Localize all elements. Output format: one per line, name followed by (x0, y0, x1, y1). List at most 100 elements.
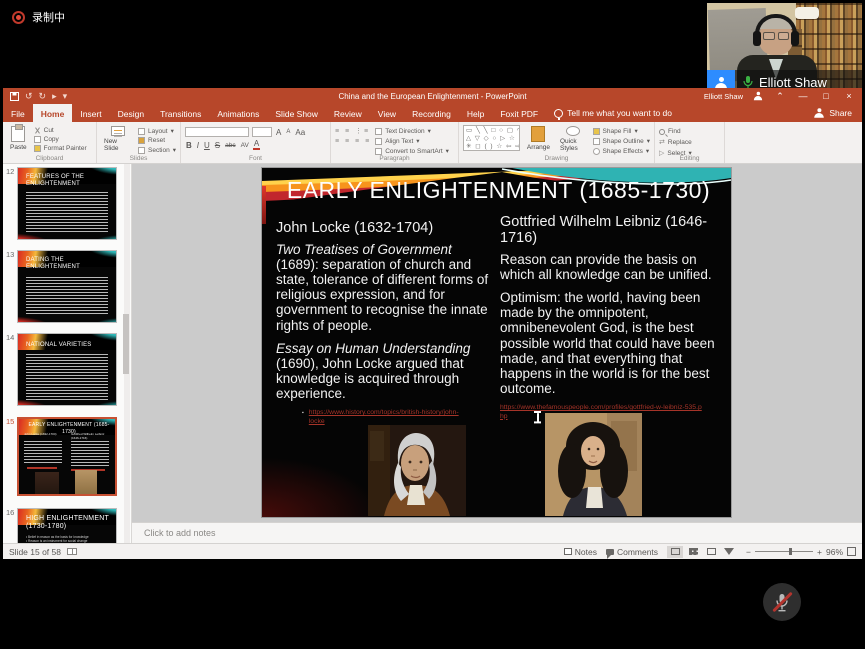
underline-button[interactable]: U (203, 141, 211, 150)
webcam-tile[interactable]: Elliott Shaw (707, 3, 862, 95)
locke-paragraph-1: Two Treatises of Government (1689): sepa… (276, 242, 494, 333)
shape-effects-button[interactable]: Shape Effects ▾ (593, 147, 650, 155)
zoom-out-button[interactable]: − (746, 547, 751, 557)
tab-insert[interactable]: Insert (72, 104, 109, 122)
close-button[interactable]: × (842, 91, 856, 101)
tab-transitions[interactable]: Transitions (152, 104, 209, 122)
mute-microphone-button[interactable] (763, 583, 801, 621)
reset-button[interactable]: Reset (138, 137, 176, 144)
thumbnail-locke-portrait (35, 472, 59, 494)
tab-slide-show[interactable]: Slide Show (267, 104, 326, 122)
copy-button[interactable]: Copy (34, 136, 87, 143)
comments-toggle[interactable]: Comments (606, 547, 658, 557)
scrollbar-thumb[interactable] (123, 314, 129, 374)
tab-view[interactable]: View (370, 104, 404, 122)
qat-customize-button[interactable]: ▾ (63, 91, 68, 102)
locke-paragraph-2: Essay on Human Understanding (1690), Joh… (276, 341, 494, 401)
section-button[interactable]: Section ▾ (138, 146, 176, 154)
replace-button[interactable]: ⇄Replace (659, 138, 692, 146)
thumbnail-number: 14 (6, 333, 16, 342)
find-button[interactable]: Find (659, 128, 692, 135)
thumbnail-number: 13 (6, 250, 16, 259)
tab-design[interactable]: Design (110, 104, 152, 122)
zoom-slider[interactable] (755, 551, 813, 552)
reading-view-button[interactable] (703, 546, 719, 558)
tab-file[interactable]: File (3, 104, 33, 122)
ribbon-group-clipboard: Paste Cut Copy Format Painter Clipboard (3, 122, 97, 163)
tab-review[interactable]: Review (326, 104, 370, 122)
thumbnail-slide-16[interactable]: HIGH ENLIGHTENMENT (1730-1780) Belief in… (17, 508, 117, 543)
shape-effects-icon (593, 148, 600, 155)
shape-outline-button[interactable]: Shape Outline ▾ (593, 137, 650, 145)
thumbnail-slide-15-selected[interactable]: EARLY ENLIGHTENMENT (1685-1730) John Loc… (17, 417, 117, 496)
shrink-font-button[interactable]: A (285, 129, 291, 135)
tab-animations[interactable]: Animations (209, 104, 267, 122)
quick-styles-button[interactable]: Quick Styles (557, 125, 589, 153)
start-from-beginning-button[interactable]: ▸ (52, 91, 57, 102)
shape-fill-button[interactable]: Shape Fill ▾ (593, 127, 650, 135)
character-spacing-button[interactable]: AV (240, 142, 250, 149)
align-text-button[interactable]: Align Text ▾ (375, 137, 449, 145)
font-color-button[interactable]: A (253, 140, 260, 150)
minimize-button[interactable]: — (796, 91, 810, 101)
notes-toggle[interactable]: Notes (564, 547, 597, 557)
italic-button[interactable]: I (196, 141, 200, 150)
zoom-slider-handle[interactable] (789, 548, 792, 555)
tab-recording[interactable]: Recording (404, 104, 459, 122)
slide-canvas[interactable]: EARLY ENLIGHTENMENT (1685-1730) John Loc… (262, 168, 731, 517)
thumbnail-scrollbar[interactable] (124, 164, 130, 543)
tab-home[interactable]: Home (33, 104, 73, 122)
slide-right-textbox[interactable]: Gottfried Wilhelm Leibniz (1646-1716) Re… (500, 214, 724, 422)
redo-button[interactable]: ↻ (39, 91, 47, 102)
reading-view-icon (707, 548, 716, 555)
shapes-gallery[interactable]: ▭ ╲ ╲ □ ○ ▢ ◠ △ ▽ ◇ ○ ▷ ☆ ⬡ ✳ ◻ ( ) ☆ ⇦ … (463, 125, 520, 151)
layout-button[interactable]: Layout ▾ (138, 127, 176, 135)
new-slide-button[interactable]: New Slide (101, 125, 134, 153)
thumbnail-slide-13[interactable]: DATING THE ENLIGHTENMENT (17, 250, 117, 323)
align-icons: ≡ ≡ ≡ ≡ (335, 138, 371, 145)
slide-left-textbox[interactable]: John Locke (1632-1704) Two Treatises of … (276, 220, 494, 427)
lightbulb-icon (554, 109, 563, 118)
spellcheck-icon[interactable] (67, 548, 77, 555)
undo-button[interactable]: ↺ (25, 91, 33, 102)
ribbon-group-slides: New Slide Layout ▾ Reset Section ▾ Slide… (97, 122, 181, 163)
share-button[interactable]: Share (803, 104, 862, 122)
recording-dot-icon (12, 11, 25, 24)
ribbon-tabs: File Home Insert Design Transitions Anim… (3, 104, 862, 122)
slide-sorter-view-button[interactable] (685, 546, 701, 558)
ribbon-display-options-button[interactable]: ⌃ (773, 91, 787, 102)
restore-button[interactable]: □ (819, 91, 833, 101)
thumbnail-body-text (26, 277, 108, 315)
list-buttons[interactable]: ≡ ≡ ⋮≡ ≡ ≡ ≡ ≡ (335, 125, 371, 153)
text-shadow-button[interactable]: abc (224, 142, 236, 149)
thumbnail-body-text (71, 441, 109, 467)
paste-button[interactable]: Paste (7, 125, 30, 153)
bold-button[interactable]: B (185, 141, 193, 150)
fit-slide-to-window-button[interactable] (847, 547, 856, 556)
slide-title[interactable]: EARLY ENLIGHTENMENT (1685-1730) (272, 177, 725, 204)
leibniz-portrait[interactable] (545, 413, 642, 516)
john-locke-portrait[interactable] (368, 425, 466, 516)
tab-help[interactable]: Help (459, 104, 492, 122)
tell-me-box[interactable]: Tell me what you want to do (546, 104, 680, 122)
arrange-button[interactable]: Arrange (524, 125, 553, 153)
thumbnail-slide-12[interactable]: FEATURES OF THE ENLIGHTENMENT (17, 167, 117, 240)
text-direction-button[interactable]: Text Direction ▾ (375, 127, 449, 135)
clear-formatting-button[interactable]: Aa (294, 128, 306, 137)
thumbnail-slide-14[interactable]: NATIONAL VARIETIES (17, 333, 117, 406)
tab-foxit-pdf[interactable]: Foxit PDF (492, 104, 546, 122)
grow-font-button[interactable]: A (275, 128, 282, 137)
slide-show-button[interactable] (721, 546, 737, 558)
zoom-in-button[interactable]: + (817, 547, 822, 557)
notes-pane[interactable]: Click to add notes (132, 522, 862, 543)
font-name-combobox[interactable] (185, 127, 249, 137)
font-size-combobox[interactable] (252, 127, 272, 137)
person-icon (715, 77, 727, 89)
convert-smartart-button[interactable]: Convert to SmartArt ▾ (375, 147, 449, 155)
normal-view-button[interactable] (667, 546, 683, 558)
format-painter-button[interactable]: Format Painter (34, 145, 87, 152)
cut-button[interactable]: Cut (34, 127, 87, 134)
notes-placeholder: Click to add notes (144, 528, 216, 538)
strikethrough-button[interactable]: S (214, 141, 221, 150)
save-icon[interactable] (10, 92, 19, 101)
